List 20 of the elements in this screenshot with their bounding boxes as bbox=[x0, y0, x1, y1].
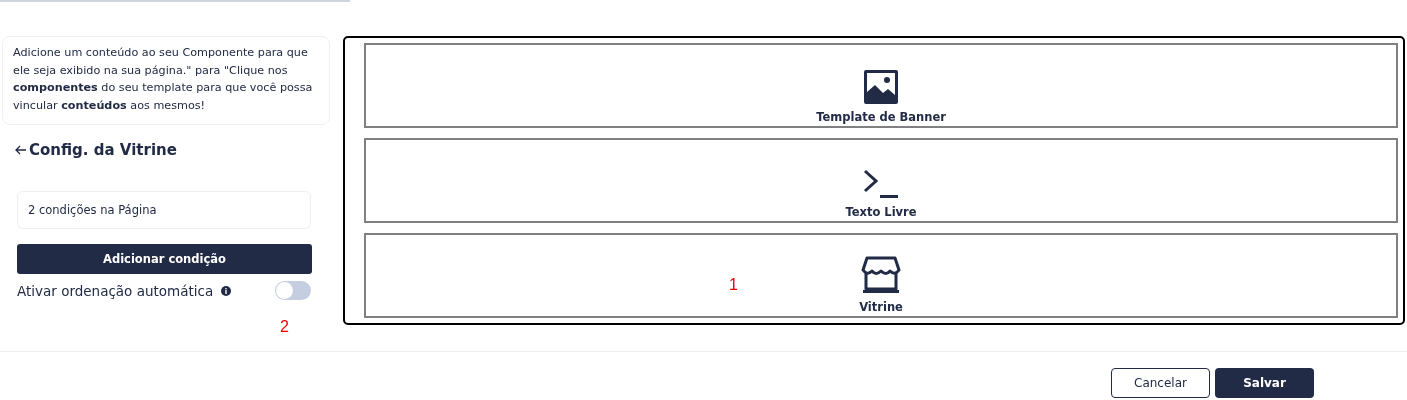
info-text: Adicione um conteúdo ao seu Componente para que ele seja exibido na sua página." para "Clique nos componentes do seu template para que você possa vincular conteúdos aos mesmos! bbox=[2, 36, 330, 125]
component-label: Vitrine bbox=[859, 300, 903, 314]
image-icon bbox=[864, 70, 898, 104]
add-condition-button[interactable]: Adicionar condição bbox=[17, 244, 312, 274]
auto-sort-toggle[interactable] bbox=[275, 281, 311, 300]
annotation-number: 2 bbox=[280, 318, 289, 336]
component-card[interactable]: Template de Banner bbox=[364, 43, 1398, 128]
cancel-button[interactable]: Cancelar bbox=[1111, 368, 1210, 398]
terminal-icon bbox=[863, 169, 899, 199]
store-icon bbox=[861, 256, 901, 294]
auto-sort-label: Ativar ordenação automática bbox=[17, 282, 214, 299]
component-label: Texto Livre bbox=[845, 205, 917, 219]
component-label: Template de Banner bbox=[816, 110, 946, 124]
component-card[interactable]: Texto Livre bbox=[364, 138, 1398, 223]
save-button[interactable]: Salvar bbox=[1215, 368, 1314, 398]
back-arrow-icon[interactable] bbox=[15, 145, 27, 155]
info-icon bbox=[221, 285, 232, 296]
conditions-field[interactable]: 2 condições na Página bbox=[17, 191, 311, 229]
section-title: Config. da Vitrine bbox=[29, 141, 177, 159]
annotation-number: 1 bbox=[729, 276, 738, 294]
